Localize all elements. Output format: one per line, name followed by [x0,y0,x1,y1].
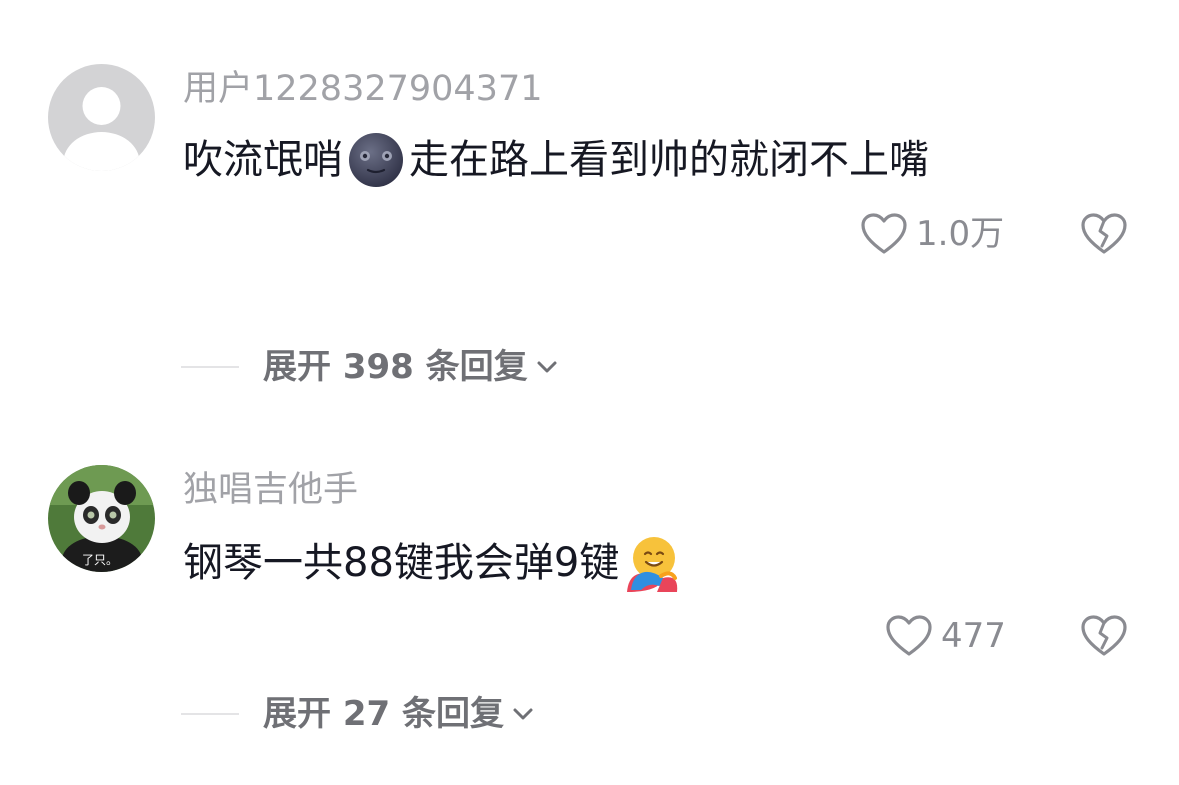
username[interactable]: 独唱吉他手 [183,473,358,508]
comment-text: 钢琴一共88键我会弹9键 [183,534,685,592]
expand-replies-label: 展开 27 条回复 [263,694,504,734]
svg-text:了只。: 了只。 [82,553,118,567]
broken-heart-icon[interactable] [1080,614,1128,658]
avatar[interactable]: 了只。 [48,465,155,572]
comment-item: 了只。 独唱吉他手 钢琴一共88键我会弹9键 477 展开 27 条回复 [0,0,1179,785]
heart-icon [886,615,932,656]
like-button[interactable]: 477 [885,614,1006,658]
like-count: 477 [941,616,1006,656]
comment-text-part: 钢琴一共88键我会弹9键 [183,540,620,586]
panda-cat-avatar-icon: 了只。 [48,465,155,572]
chevron-down-icon [513,708,533,720]
divider-line [181,713,239,715]
expand-replies-button[interactable]: 展开 27 条回复 [181,697,534,731]
hugging-face-emoji-icon [627,537,678,592]
